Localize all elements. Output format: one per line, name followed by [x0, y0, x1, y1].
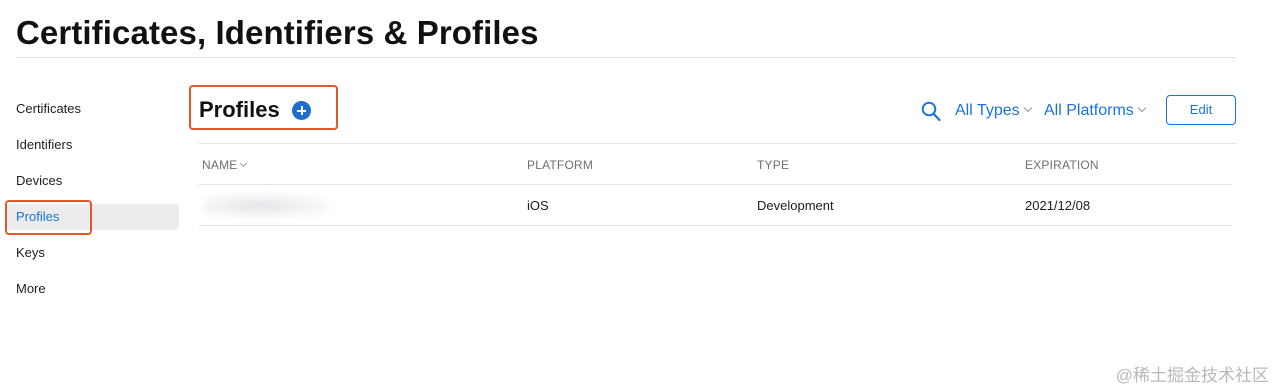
edit-button[interactable]: Edit — [1166, 95, 1236, 125]
sidebar-item-keys[interactable]: Keys — [6, 240, 179, 266]
platform-filter-dropdown[interactable]: All Platforms — [1044, 100, 1147, 122]
sidebar-item-identifiers[interactable]: Identifiers — [6, 132, 179, 158]
redacted-profile-name — [203, 194, 329, 218]
sidebar-item-devices[interactable]: Devices — [6, 168, 179, 194]
add-profile-button[interactable] — [292, 101, 311, 120]
chevron-down-icon — [1023, 103, 1032, 113]
cell-platform: iOS — [527, 198, 549, 213]
chevron-down-icon — [1137, 103, 1147, 113]
table-row[interactable]: iOS Development 2021/12/08 — [199, 186, 1232, 225]
section-title: Profiles — [199, 97, 280, 122]
type-filter-label: All Types — [955, 102, 1020, 119]
column-header-platform: PLATFORM — [527, 158, 594, 172]
header-divider — [199, 184, 1232, 185]
sidebar-item-certificates[interactable]: Certificates — [6, 96, 179, 122]
column-header-name-label: NAME — [202, 158, 238, 172]
type-filter-dropdown[interactable]: All Types — [955, 100, 1032, 122]
sidebar-item-more[interactable]: More — [6, 276, 179, 302]
sidebar: Certificates Identifiers Devices Profile… — [6, 96, 179, 312]
platform-filter-label: All Platforms — [1044, 102, 1134, 119]
sidebar-item-profiles[interactable]: Profiles — [6, 204, 179, 230]
cell-type: Development — [757, 198, 834, 213]
row-divider — [199, 225, 1232, 226]
table-top-divider — [199, 143, 1236, 144]
title-divider — [16, 57, 1236, 58]
cell-expiration: 2021/12/08 — [1025, 198, 1091, 213]
sort-chevron-icon — [240, 159, 248, 168]
search-icon[interactable] — [921, 101, 941, 122]
column-header-type: TYPE — [757, 158, 790, 172]
column-header-name[interactable]: NAME — [202, 157, 248, 173]
column-header-expiration: EXPIRATION — [1025, 158, 1099, 172]
watermark: @稀土掘金技术社区 — [1115, 366, 1269, 385]
page-title: Certificates, Identifiers & Profiles — [16, 14, 539, 51]
